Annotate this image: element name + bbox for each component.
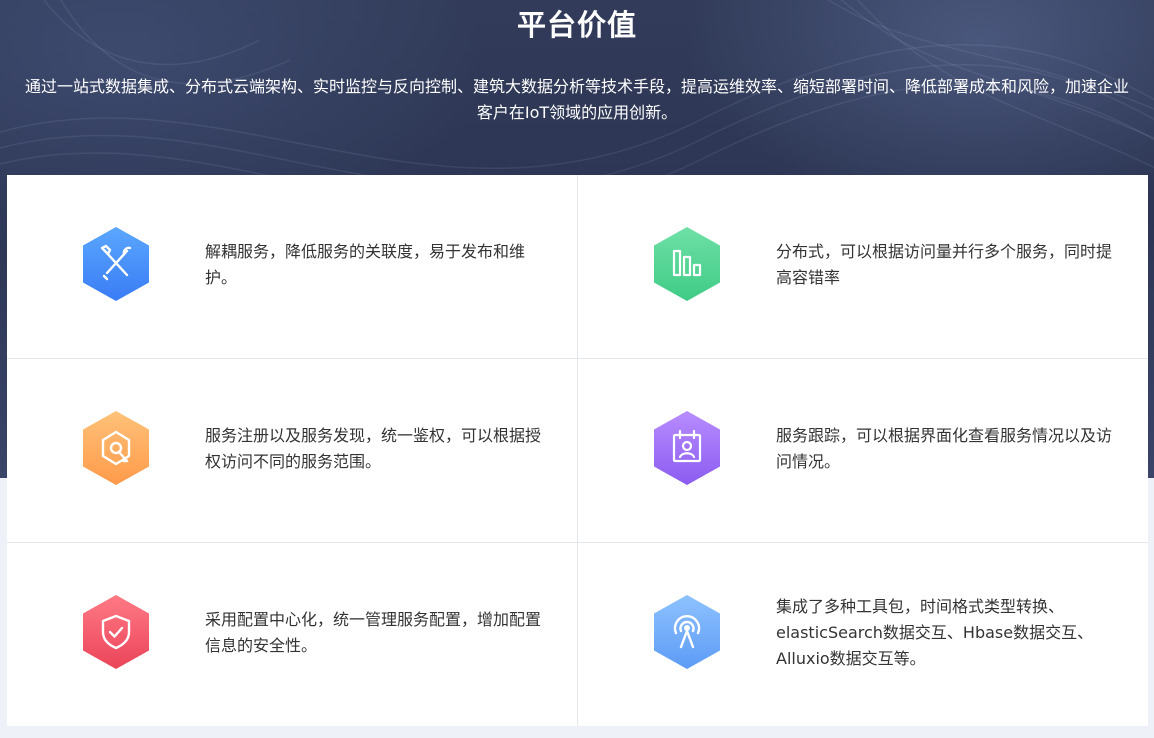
value-grid: 解耦服务，降低服务的关联度，易于发布和维护。 分布式，可以根据访问量并行多个服务…: [7, 175, 1148, 726]
value-card-tracing: 服务跟踪，可以根据界面化查看服务情况以及访问情况。: [578, 359, 1148, 542]
card-text: 服务跟踪，可以根据界面化查看服务情况以及访问情况。: [776, 426, 1113, 471]
value-card-toolkit: 集成了多种工具包，时间格式类型转换、elasticSearch数据交互、Hbas…: [578, 543, 1148, 726]
signal-tower-icon: [654, 595, 720, 669]
card-text: 采用配置中心化，统一管理服务配置，增加配置信息的安全性。: [205, 610, 542, 655]
page-title: 平台价值: [516, 8, 637, 42]
card-text: 服务注册以及服务发现，统一鉴权，可以根据授权访问不同的服务范围。: [205, 426, 542, 471]
user-calendar-icon: [654, 411, 720, 485]
shield-check-icon: [83, 595, 149, 669]
value-card-registry: 服务注册以及服务发现，统一鉴权，可以根据授权访问不同的服务范围。: [7, 359, 577, 542]
target-icon: [83, 411, 149, 485]
card-text: 集成了多种工具包，时间格式类型转换、elasticSearch数据交互、Hbas…: [776, 597, 1094, 668]
value-card-distributed: 分布式，可以根据访问量并行多个服务，同时提高容错率: [578, 175, 1148, 358]
page-subtitle: 通过一站式数据集成、分布式云端架构、实时监控与反向控制、建筑大数据分析等技术手段…: [24, 77, 1129, 122]
value-card-decoupling: 解耦服务，降低服务的关联度，易于发布和维护。: [7, 175, 577, 358]
card-text: 分布式，可以根据访问量并行多个服务，同时提高容错率: [776, 242, 1113, 287]
card-text: 解耦服务，降低服务的关联度，易于发布和维护。: [205, 242, 526, 287]
bar-chart-icon: [654, 227, 720, 301]
value-card-config: 采用配置中心化，统一管理服务配置，增加配置信息的安全性。: [7, 543, 577, 726]
tools-icon: [83, 227, 149, 301]
